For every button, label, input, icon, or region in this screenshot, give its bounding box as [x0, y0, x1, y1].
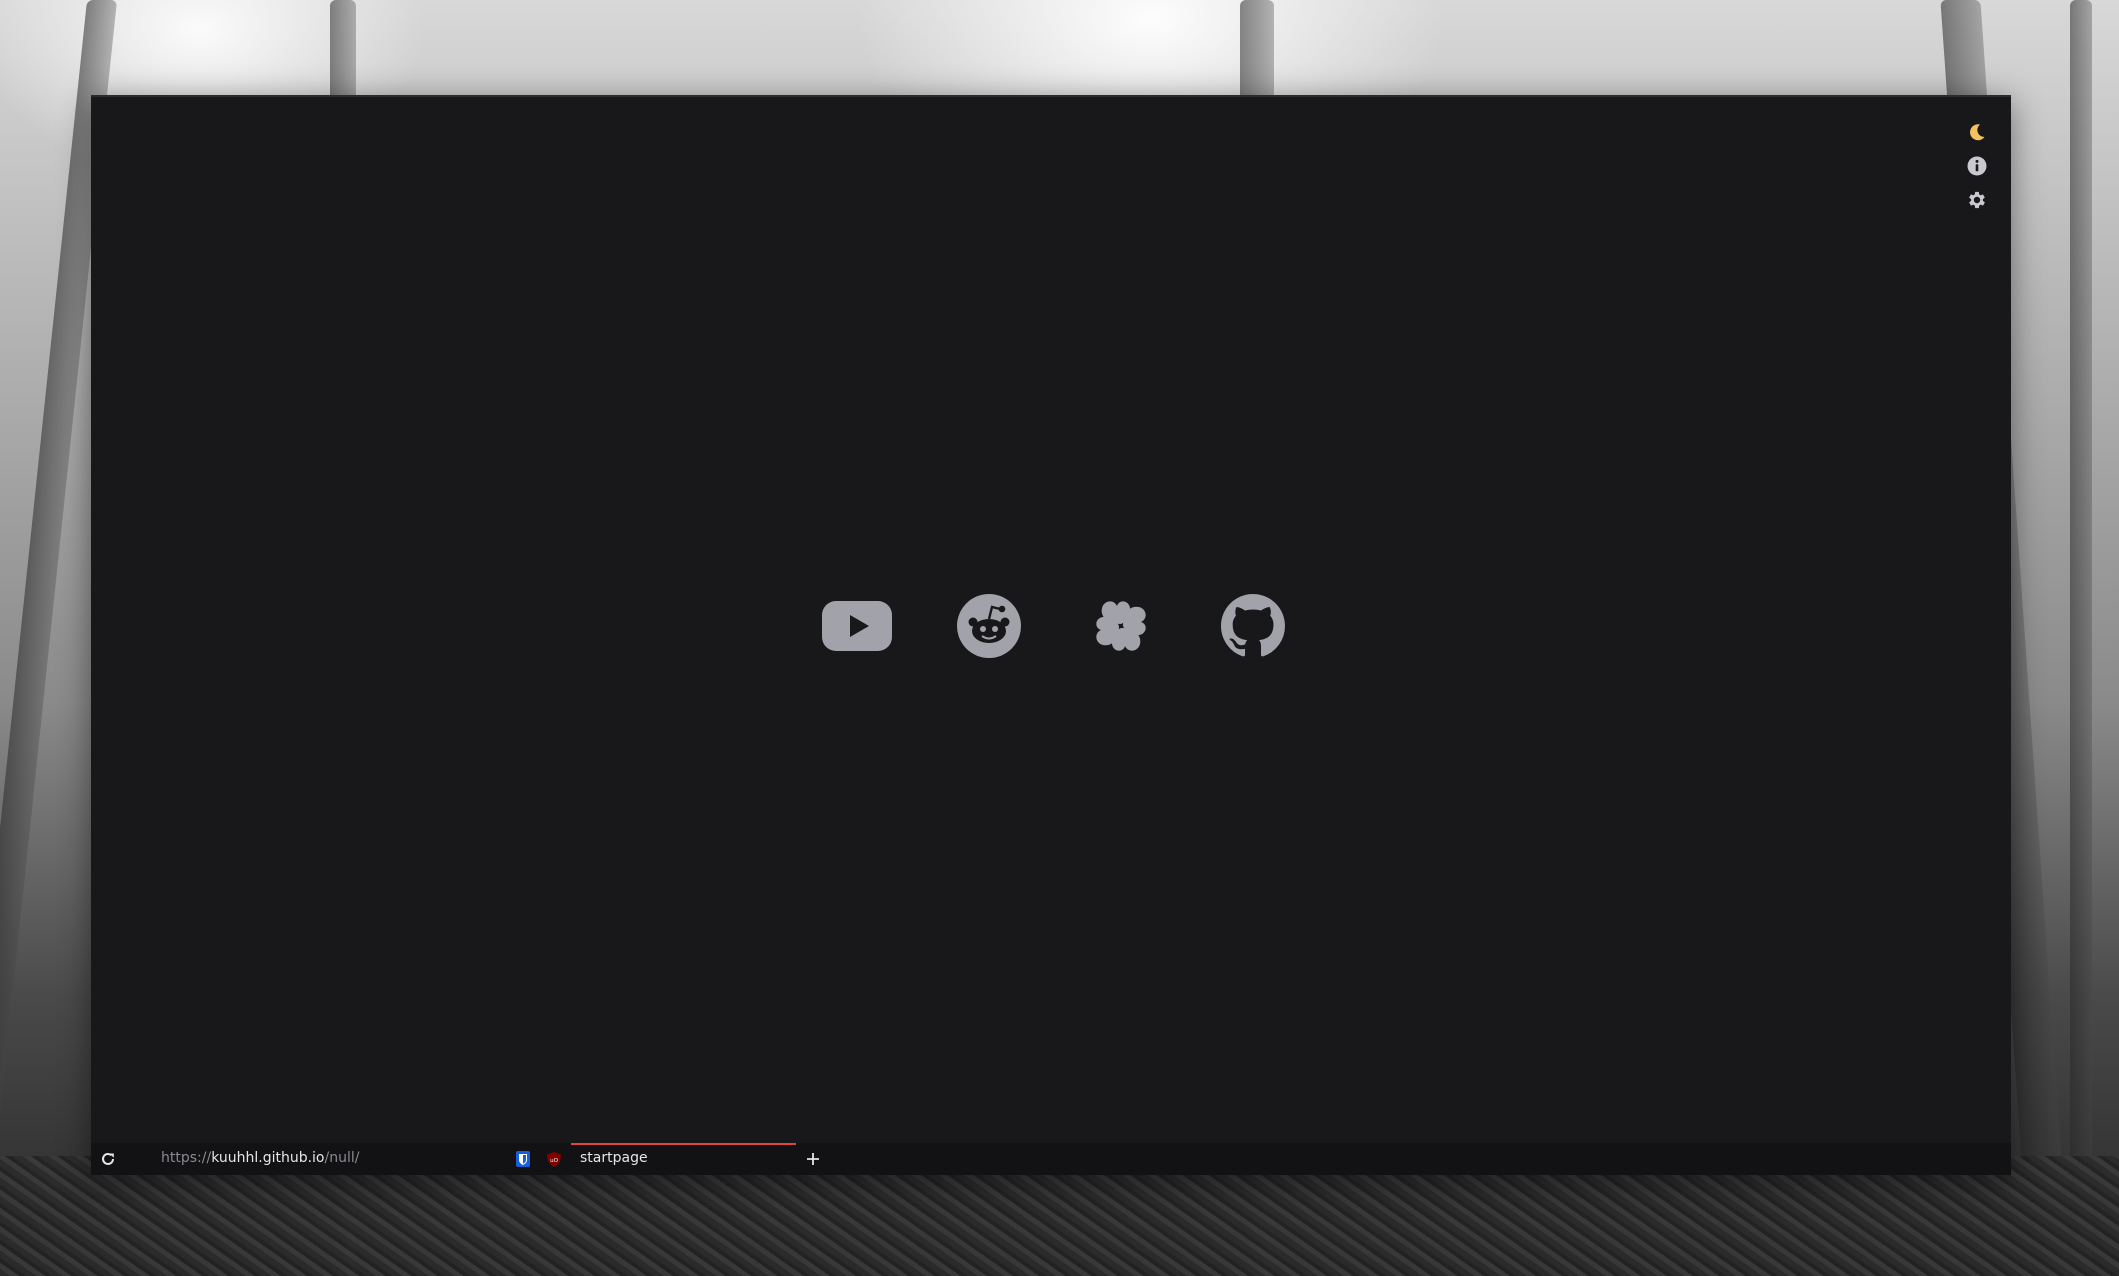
- plus-icon: [807, 1153, 819, 1165]
- ublock-origin-icon: uO: [547, 1151, 561, 1167]
- tab-startpage[interactable]: startpage: [571, 1143, 796, 1175]
- url-scheme: https://: [161, 1150, 212, 1166]
- side-toolbar: [1965, 121, 1989, 211]
- clover-link[interactable]: [1085, 590, 1157, 662]
- browser-window: https://kuuhhl.github.io/null/ uO startp…: [91, 95, 2011, 1175]
- background-tree: [2070, 0, 2092, 1276]
- info-icon[interactable]: [1965, 155, 1989, 177]
- moon-icon[interactable]: [1965, 121, 1989, 143]
- new-tab-button[interactable]: [803, 1149, 823, 1169]
- svg-text:uO: uO: [550, 1158, 558, 1164]
- url-path: /null/: [324, 1150, 360, 1166]
- github-icon: [1221, 594, 1285, 657]
- gear-icon[interactable]: [1965, 189, 1989, 211]
- ublock-origin-extension-button[interactable]: uO: [546, 1151, 562, 1167]
- status-bar: https://kuuhhl.github.io/null/ uO startp…: [91, 1143, 2011, 1175]
- reload-icon: [102, 1152, 114, 1165]
- github-link[interactable]: [1217, 590, 1289, 662]
- reddit-link[interactable]: [953, 590, 1025, 662]
- url-display[interactable]: https://kuuhhl.github.io/null/: [161, 1150, 359, 1166]
- quick-links: [821, 590, 1289, 662]
- clover-icon: [1096, 601, 1146, 651]
- bitwarden-icon: [516, 1151, 530, 1167]
- youtube-icon: [822, 601, 892, 651]
- bitwarden-extension-button[interactable]: [515, 1151, 531, 1167]
- reddit-icon: [957, 594, 1021, 658]
- window-top-border: [91, 95, 2011, 97]
- tab-title: startpage: [580, 1150, 648, 1166]
- url-host: kuuhhl.github.io: [211, 1150, 325, 1166]
- youtube-link[interactable]: [821, 590, 893, 662]
- reload-button[interactable]: [97, 1148, 119, 1170]
